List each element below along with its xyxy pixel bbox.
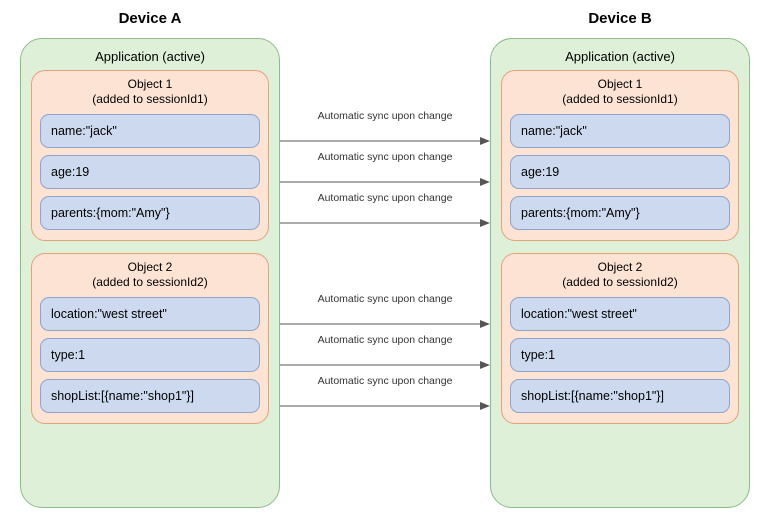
object1-prop-parents: parents:{mom:"Amy"}	[40, 196, 260, 230]
sync-label-1: Automatic sync upon change	[300, 110, 470, 122]
object2-title: Object 2 (added to sessionId2)	[40, 260, 260, 290]
object2b-prop-location: location:"west street"	[510, 297, 730, 331]
sync-arrow-3	[280, 218, 490, 228]
device-b-title: Device B	[490, 10, 750, 27]
sync-arrow-4	[280, 319, 490, 329]
sync-arrow-2	[280, 177, 490, 187]
object1b-prop-age: age:19	[510, 155, 730, 189]
device-b-object2: Object 2 (added to sessionId2) location:…	[501, 253, 739, 424]
diagram-stage: Device A Device B Application (active) O…	[20, 10, 750, 510]
object1b-prop-name: name:"jack"	[510, 114, 730, 148]
object2b-title: Object 2 (added to sessionId2)	[510, 260, 730, 290]
device-a-app-title: Application (active)	[31, 49, 269, 64]
object1-title-line1: Object 1	[128, 77, 173, 91]
object1b-prop-parents: parents:{mom:"Amy"}	[510, 196, 730, 230]
object1-prop-age: age:19	[40, 155, 260, 189]
device-b: Application (active) Object 1 (added to …	[490, 38, 750, 508]
sync-label-5: Automatic sync upon change	[300, 334, 470, 346]
sync-arrow-1	[280, 136, 490, 146]
sync-label-6: Automatic sync upon change	[300, 375, 470, 387]
device-a: Application (active) Object 1 (added to …	[20, 38, 280, 508]
object1b-title-line1: Object 1	[598, 77, 643, 91]
device-a-object2: Object 2 (added to sessionId2) location:…	[31, 253, 269, 424]
object1b-title-line2: (added to sessionId1)	[562, 92, 677, 106]
sync-label-4: Automatic sync upon change	[300, 293, 470, 305]
device-b-app-title: Application (active)	[501, 49, 739, 64]
sync-label-2: Automatic sync upon change	[300, 151, 470, 163]
device-a-object1: Object 1 (added to sessionId1) name:"jac…	[31, 70, 269, 241]
object1b-title: Object 1 (added to sessionId1)	[510, 77, 730, 107]
object2-prop-shoplist: shopList:[{name:"shop1"}]	[40, 379, 260, 413]
device-a-title: Device A	[20, 10, 280, 27]
object2b-prop-shoplist: shopList:[{name:"shop1"}]	[510, 379, 730, 413]
sync-label-3: Automatic sync upon change	[300, 192, 470, 204]
sync-arrow-5	[280, 360, 490, 370]
object2-title-line2: (added to sessionId2)	[92, 275, 207, 289]
object1-title-line2: (added to sessionId1)	[92, 92, 207, 106]
object2-title-line1: Object 2	[128, 260, 173, 274]
object2b-title-line2: (added to sessionId2)	[562, 275, 677, 289]
object2b-prop-type: type:1	[510, 338, 730, 372]
object1-title: Object 1 (added to sessionId1)	[40, 77, 260, 107]
object2-prop-type: type:1	[40, 338, 260, 372]
object2b-title-line1: Object 2	[598, 260, 643, 274]
object1-prop-name: name:"jack"	[40, 114, 260, 148]
device-b-object1: Object 1 (added to sessionId1) name:"jac…	[501, 70, 739, 241]
sync-arrow-6	[280, 401, 490, 411]
object2-prop-location: location:"west street"	[40, 297, 260, 331]
